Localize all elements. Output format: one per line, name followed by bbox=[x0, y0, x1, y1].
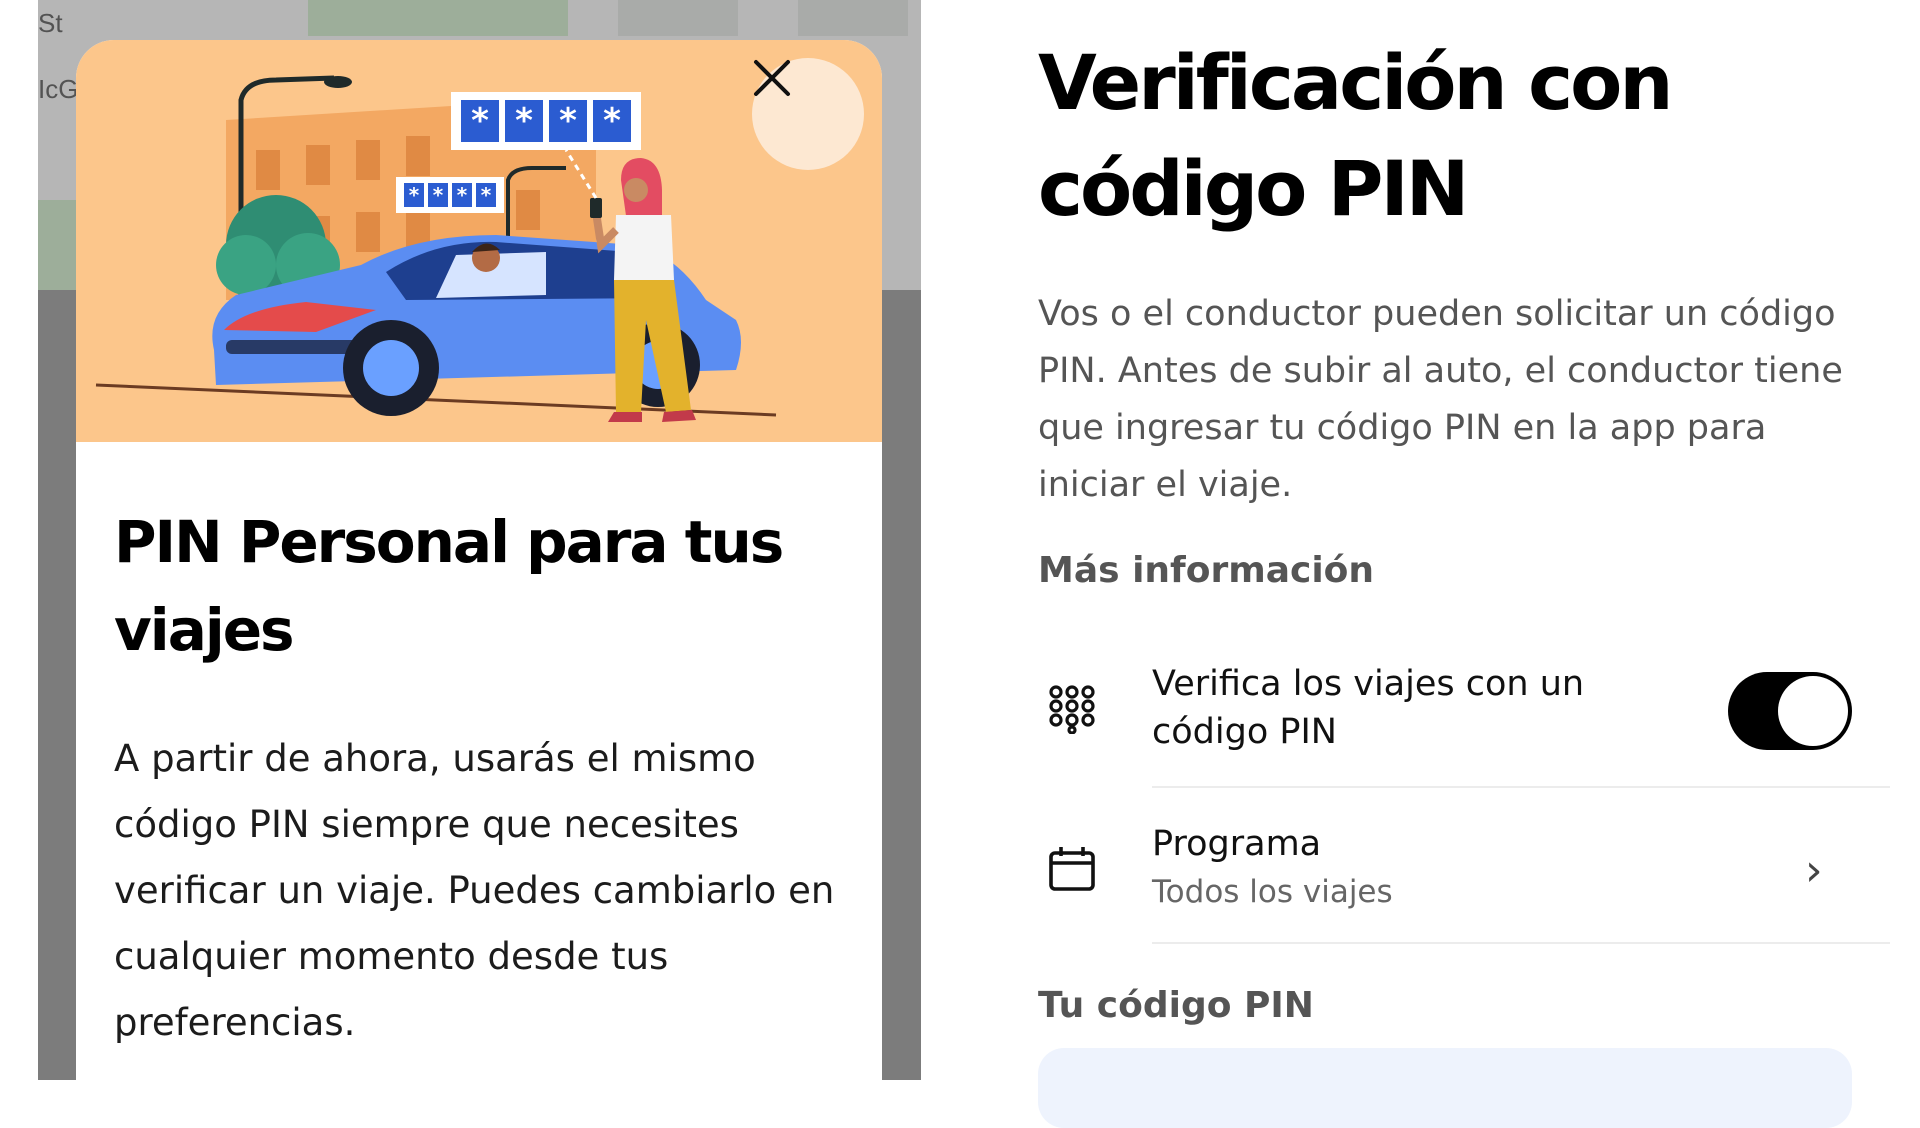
divider bbox=[1152, 786, 1890, 788]
page-title: Verificación con código PIN bbox=[1038, 38, 1673, 233]
left-phone-screen: St IcG * * * * * * * * PIN Personal para… bbox=[38, 0, 921, 1080]
pin-sign-small: * * * * bbox=[396, 177, 504, 213]
verify-pin-label: Verifica los viajes con un código PIN bbox=[1152, 664, 1585, 752]
schedule-row[interactable]: Programa Todos los viajes bbox=[1038, 820, 1890, 940]
more-info-link[interactable]: Más información bbox=[1038, 550, 1374, 591]
verify-pin-toggle[interactable] bbox=[1728, 672, 1852, 750]
pin-digit-cell: * bbox=[505, 100, 543, 142]
pin-digit-cell: * bbox=[476, 183, 496, 207]
schedule-label: Programa bbox=[1152, 824, 1322, 864]
pin-digit-cell: * bbox=[404, 183, 424, 207]
pin-digit-cell: * bbox=[593, 100, 631, 142]
hero-illustration: * * * * * * * * bbox=[76, 40, 882, 442]
pin-section-label: Tu código PIN bbox=[1038, 985, 1314, 1026]
close-button[interactable] bbox=[752, 58, 864, 170]
calendar-icon bbox=[1048, 846, 1096, 896]
pin-code-field[interactable] bbox=[1038, 1048, 1852, 1128]
pin-digit-cell: * bbox=[452, 183, 472, 207]
pin-sign-large: * * * * bbox=[451, 92, 641, 150]
keypad-icon bbox=[1048, 684, 1096, 738]
pin-digit-cell: * bbox=[549, 100, 587, 142]
map-street-label: St bbox=[38, 8, 63, 38]
modal-description: A partir de ahora, usarás el mismo códig… bbox=[114, 737, 835, 1044]
right-phone-screen: Verificación con código PIN Vos o el con… bbox=[1000, 0, 1890, 1128]
divider bbox=[1152, 942, 1890, 944]
toggle-knob bbox=[1778, 676, 1848, 746]
pin-digit-cell: * bbox=[461, 100, 499, 142]
pin-intro-modal: * * * * * * * * PIN Personal para tus vi… bbox=[76, 40, 882, 1080]
map-street-label: IcG bbox=[38, 74, 79, 104]
pin-digit-cell: * bbox=[428, 183, 448, 207]
schedule-value: Todos los viajes bbox=[1152, 874, 1393, 910]
modal-title: PIN Personal para tus viajes bbox=[114, 508, 784, 664]
chevron-right-icon: › bbox=[1805, 845, 1823, 896]
page-description: Vos o el conductor pueden solicitar un c… bbox=[1038, 294, 1843, 505]
